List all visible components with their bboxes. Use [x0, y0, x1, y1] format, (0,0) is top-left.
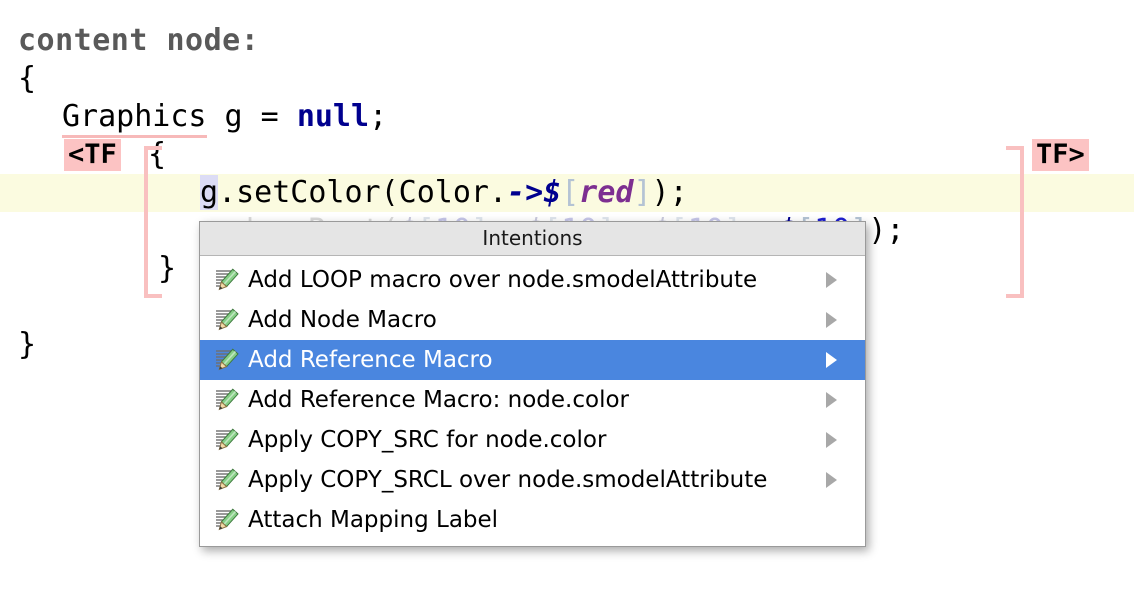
code-line-open-brace: {: [0, 60, 1134, 98]
template-fragment-start-marker[interactable]: <TF: [64, 139, 121, 171]
editor-concept-header: content node:: [0, 22, 1134, 60]
caret-selected-char: g: [200, 175, 218, 210]
intentions-menu-item-label: Add Node Macro: [248, 307, 820, 333]
set-color-call-token: .setColor(Color.: [218, 175, 507, 210]
pencil-document-icon: [209, 265, 239, 295]
intentions-menu-item[interactable]: Add Reference Macro: [200, 340, 865, 380]
pencil-document-icon: [209, 505, 239, 535]
intentions-menu-item-label: Apply COPY_SRCL over node.smodelAttribut…: [248, 467, 820, 493]
outer-close-brace-token: }: [18, 327, 36, 362]
macro-property-token: red: [579, 175, 633, 210]
submenu-arrow-icon[interactable]: [826, 472, 855, 488]
intentions-popup-title: Intentions: [200, 222, 865, 256]
template-fragment-end-marker[interactable]: TF>: [1032, 139, 1089, 171]
code-line-declaration: Graphics g = null;: [0, 98, 1134, 136]
submenu-arrow-icon[interactable]: [826, 312, 855, 328]
code-line-tf-open: {: [0, 136, 1134, 174]
declaration-end-token: ;: [369, 99, 387, 134]
draw-rect-tail-token: );: [868, 213, 904, 248]
intentions-menu-item[interactable]: Apply COPY_SRC for node.color: [200, 420, 865, 460]
submenu-arrow-icon[interactable]: [826, 432, 855, 448]
submenu-arrow-icon[interactable]: [826, 392, 855, 408]
declaration-type-token: Graphics: [62, 99, 207, 138]
declaration-mid-token: g =: [207, 99, 297, 134]
intentions-menu-item[interactable]: Add Node Macro: [200, 300, 865, 340]
pencil-document-icon: [209, 425, 239, 455]
pencil-document-icon: [209, 385, 239, 415]
concept-header-text: content node:: [18, 23, 259, 58]
open-brace-token: {: [18, 61, 36, 96]
pencil-document-icon: [209, 345, 239, 375]
macro-dollar-token: $: [543, 175, 561, 210]
null-keyword-token: null: [297, 99, 369, 134]
mps-editor-screen: content node: { Graphics g = null; { g.s…: [0, 0, 1134, 614]
macro-arrow-token: ->: [507, 175, 543, 210]
intentions-menu-item[interactable]: Add Reference Macro: node.color: [200, 380, 865, 420]
pencil-document-icon: [209, 465, 239, 495]
intentions-menu-item-label: Add LOOP macro over node.smodelAttribute: [248, 267, 820, 293]
intentions-menu-item[interactable]: Attach Mapping Label: [200, 500, 865, 540]
intentions-menu-item-label: Apply COPY_SRC for node.color: [248, 427, 820, 453]
set-color-tail-token: );: [652, 175, 688, 210]
submenu-arrow-icon[interactable]: [826, 352, 855, 368]
template-bracket-right: [1006, 146, 1024, 298]
intentions-menu-item-label: Add Reference Macro: [248, 347, 820, 373]
macro-rbracket-token: ]: [633, 175, 651, 210]
intentions-popup[interactable]: Intentions Add LOOP macro over node.smod…: [199, 221, 866, 547]
intentions-menu-item-label: Attach Mapping Label: [248, 507, 820, 533]
macro-lbracket-token: [: [561, 175, 579, 210]
pencil-document-icon: [209, 305, 239, 335]
intentions-menu-list[interactable]: Add LOOP macro over node.smodelAttribute…: [200, 256, 865, 546]
intentions-menu-item[interactable]: Add LOOP macro over node.smodelAttribute: [200, 260, 865, 300]
submenu-arrow-icon[interactable]: [826, 272, 855, 288]
intentions-menu-item[interactable]: Apply COPY_SRCL over node.smodelAttribut…: [200, 460, 865, 500]
intentions-menu-item-label: Add Reference Macro: node.color: [248, 387, 820, 413]
template-bracket-left: [144, 146, 162, 298]
code-line-set-color: g.setColor(Color.->$[red]);: [0, 174, 1134, 212]
